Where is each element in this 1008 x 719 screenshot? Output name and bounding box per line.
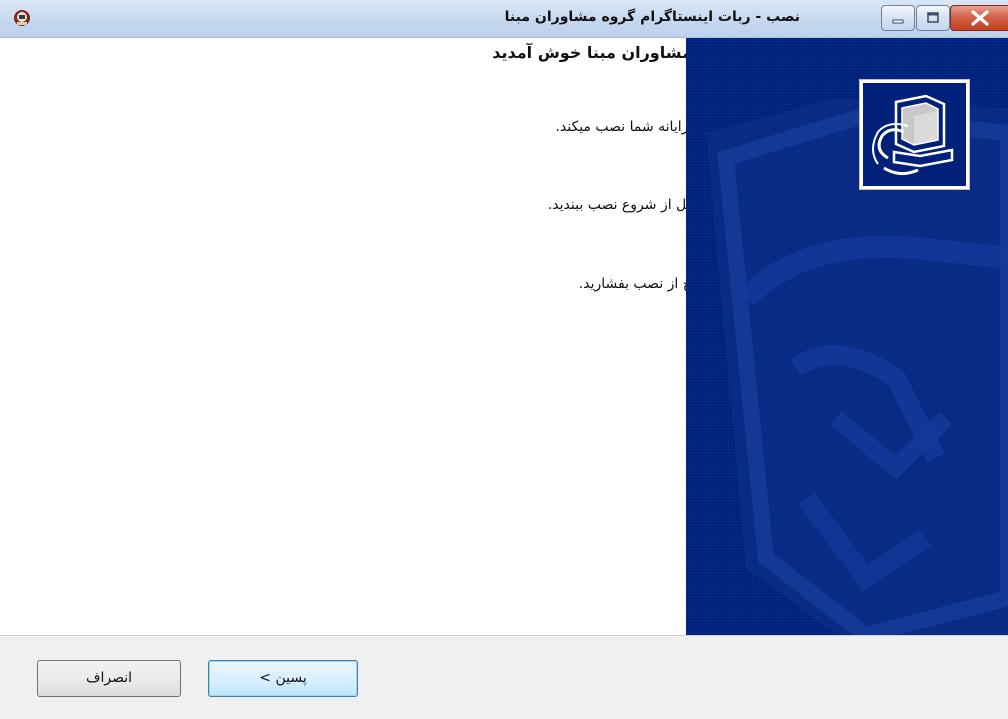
- computer-install-icon: [859, 79, 970, 190]
- minimize-button[interactable]: [881, 5, 915, 31]
- installer-window: نصب - ربات اینستاگرام گروه مشاوران مبنا: [0, 0, 1008, 719]
- next-button[interactable]: پسین >: [208, 660, 358, 697]
- title-bar[interactable]: نصب - ربات اینستاگرام گروه مشاوران مبنا: [0, 0, 1008, 38]
- installer-app-icon[interactable]: [12, 8, 32, 28]
- maximize-button[interactable]: [916, 5, 950, 31]
- window-title: نصب - ربات اینستاگرام گروه مشاوران مبنا: [504, 9, 800, 25]
- maximize-icon: [917, 12, 949, 34]
- minimize-icon: [882, 15, 914, 34]
- close-icon: [952, 10, 1008, 34]
- close-button[interactable]: [950, 5, 1008, 31]
- cancel-button[interactable]: انصراف: [37, 660, 181, 697]
